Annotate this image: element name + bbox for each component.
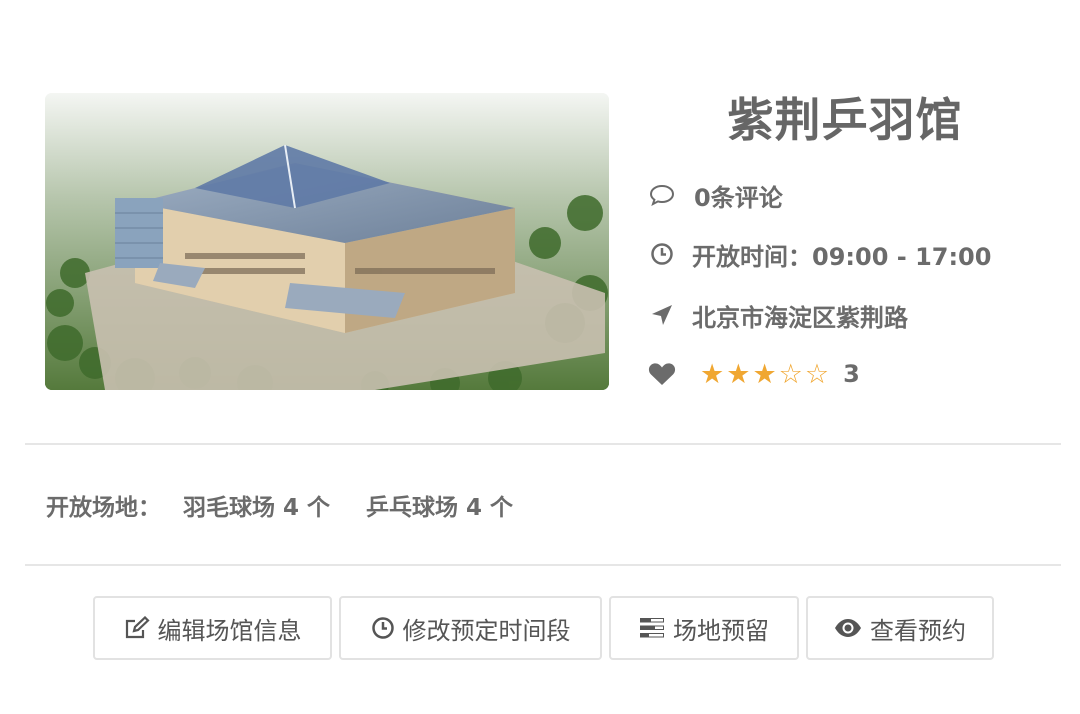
address-row[interactable]: 北京市海淀区紫荆路: [648, 295, 908, 335]
edit-venue-label: 编辑场馆信息: [157, 616, 302, 645]
heart-icon[interactable]: [648, 360, 676, 388]
venue-title: 紫荆乒羽馆: [727, 93, 963, 147]
open-courts: 开放场地： 羽毛球场 4 个 乒乓球场 4 个: [46, 486, 513, 524]
divider: [25, 564, 1061, 566]
address: 北京市海淀区紫荆路: [692, 303, 908, 332]
edit-timeslots-label: 修改预定时间段: [402, 616, 571, 645]
court-badminton: 羽毛球场 4 个: [183, 495, 331, 521]
venue-card: 紫荆乒羽馆 0条评论 开放时间：09:00 - 17:00 北京市海淀区紫荆路 …: [0, 0, 1080, 714]
comments-row[interactable]: 0条评论: [648, 175, 783, 215]
opening-hours: 开放时间：09:00 - 17:00: [692, 242, 992, 271]
star-filled-icon: ★: [752, 358, 777, 390]
venue-photo: [45, 93, 609, 390]
rating-row: ★ ★ ★ ☆ ☆ 3: [648, 354, 860, 394]
eye-icon: [834, 618, 862, 638]
star-empty-icon: ☆: [804, 358, 830, 390]
court-pingpong: 乒乓球场 4 个: [366, 495, 514, 521]
view-bookings-button[interactable]: 查看预约: [806, 596, 994, 660]
edit-icon: [124, 616, 150, 640]
list-icon: [639, 617, 665, 639]
location-arrow-icon: [648, 301, 676, 329]
reserve-court-button[interactable]: 场地预留: [609, 596, 799, 660]
open-courts-label: 开放场地：: [46, 495, 161, 521]
clock-icon: [648, 240, 676, 268]
star-filled-icon: ★: [726, 358, 751, 390]
view-bookings-label: 查看预约: [870, 616, 966, 645]
edit-venue-button[interactable]: 编辑场馆信息: [93, 596, 332, 660]
rating-stars: ★ ★ ★ ☆ ☆: [700, 361, 829, 388]
clock-icon: [371, 616, 395, 640]
star-empty-icon: ☆: [778, 358, 803, 390]
opening-hours-row: 开放时间：09:00 - 17:00: [648, 234, 991, 274]
star-filled-icon: ★: [700, 358, 725, 390]
rating-value: 3: [843, 360, 860, 388]
comment-bubble-icon: [648, 181, 676, 209]
comments-count: 0条评论: [694, 183, 783, 212]
action-bar: 编辑场馆信息 修改预定时间段 场地预留 查看预约: [93, 596, 994, 660]
edit-timeslots-button[interactable]: 修改预定时间段: [339, 596, 602, 660]
reserve-court-label: 场地预留: [673, 616, 769, 645]
divider: [25, 443, 1061, 445]
